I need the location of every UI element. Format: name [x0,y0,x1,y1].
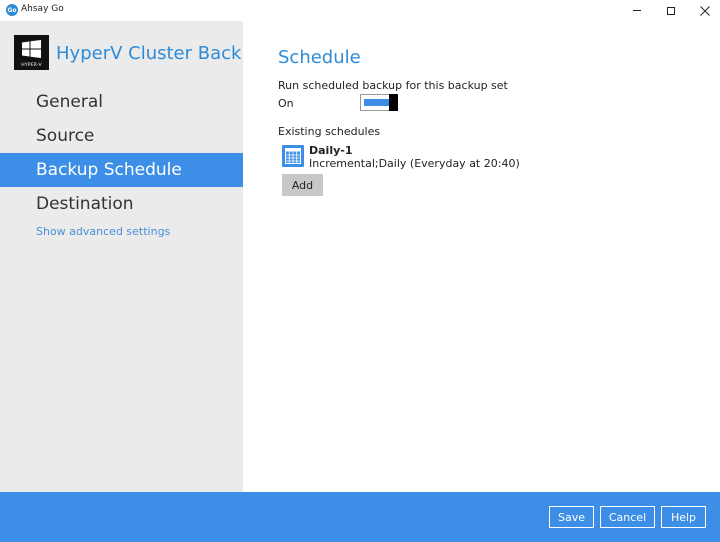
window-title: Ahsay Go [21,4,64,14]
main-panel: Schedule Run scheduled backup for this b… [243,21,720,492]
run-scheduled-label: Run scheduled backup for this backup set [278,79,508,92]
backup-set-name: HyperV Cluster Back... [56,43,259,64]
cancel-button[interactable]: Cancel [600,506,655,528]
sidebar: HYPER-V HyperV Cluster Back... General S… [0,21,259,492]
maximize-icon [667,6,675,15]
windows-logo-icon [22,40,41,58]
scheduled-backup-toggle[interactable] [360,94,398,111]
app-logo-icon: Go [6,4,18,16]
existing-schedules-label: Existing schedules [278,125,381,138]
calendar-icon[interactable] [282,145,304,167]
title-bar: Go Ahsay Go [0,0,720,21]
toggle-knob [389,94,398,111]
toggle-state-label: On [278,97,294,110]
sidebar-item-general[interactable]: General [0,85,243,119]
maximize-button[interactable] [653,0,689,21]
add-schedule-button[interactable]: Add [282,174,323,196]
close-button[interactable] [687,0,720,21]
calendar-grid-icon [285,148,301,164]
schedule-description: Incremental;Daily (Everyday at 20:40) [309,157,520,170]
sidebar-item-source[interactable]: Source [0,119,243,153]
sidebar-item-backup-schedule[interactable]: Backup Schedule [0,153,243,187]
page-title: Schedule [278,47,361,68]
hyperv-logo: HYPER-V [14,35,49,70]
footer-bar: Save Cancel Help [0,492,720,542]
app-window: Go Ahsay Go HYPER-V HyperV Cluster Back.… [0,0,720,542]
schedule-name[interactable]: Daily-1 [309,144,352,157]
toggle-track [364,99,389,106]
help-button[interactable]: Help [661,506,706,528]
minimize-icon [633,10,641,11]
sidebar-item-destination[interactable]: Destination [0,187,243,221]
logo-label: HYPER-V [21,63,42,68]
save-button[interactable]: Save [549,506,594,528]
show-advanced-settings-link[interactable]: Show advanced settings [36,225,170,238]
close-icon [700,5,710,16]
minimize-button[interactable] [619,0,655,21]
